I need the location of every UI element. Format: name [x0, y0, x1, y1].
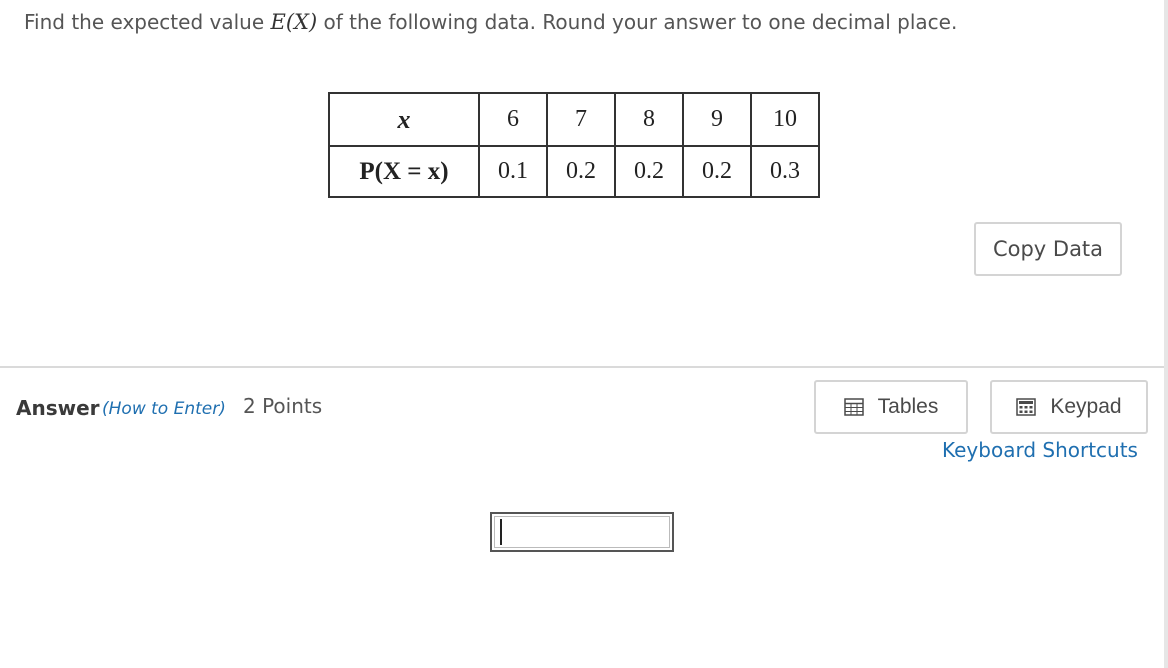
question-text: Find the expected value E(X) of the foll…: [24, 8, 957, 36]
answer-input-inner: [494, 516, 670, 548]
question-after: of the following data. Round your answer…: [317, 10, 958, 34]
table-cell: 0.2: [546, 145, 616, 198]
table-header-x: x: [328, 92, 480, 147]
copy-data-button[interactable]: Copy Data: [974, 222, 1122, 276]
keypad-icon: [1016, 398, 1037, 416]
scrollbar-edge: [1164, 0, 1168, 668]
keypad-button-label: Keypad: [1050, 395, 1122, 418]
table-cell: 9: [682, 92, 752, 147]
answer-label: Answer: [16, 396, 100, 420]
table-cell: 7: [546, 92, 616, 147]
table-cell: 0.2: [614, 145, 684, 198]
points-label: 2 Points: [243, 394, 323, 418]
keyboard-shortcuts-link[interactable]: Keyboard Shortcuts: [942, 436, 1138, 464]
table-cell: 10: [750, 92, 820, 147]
table-cell: 6: [478, 92, 548, 147]
table-row-probability: P(X = x) 0.1 0.2 0.2 0.2 0.3: [328, 145, 820, 198]
expected-value-notation: E(X): [270, 10, 318, 34]
tables-button[interactable]: Tables: [814, 380, 968, 434]
section-divider: [0, 366, 1164, 368]
table-cell: 8: [614, 92, 684, 147]
text-caret: [500, 519, 502, 545]
table-header-probability: P(X = x): [328, 145, 480, 198]
question-before: Find the expected value: [24, 10, 271, 34]
probability-table: x 6 7 8 9 10 P(X = x) 0.1 0.2 0.2 0.2 0.…: [328, 92, 820, 198]
how-to-enter-link[interactable]: (How to Enter): [102, 397, 226, 421]
answer-input[interactable]: [490, 512, 674, 552]
tables-button-label: Tables: [877, 395, 939, 418]
keypad-button[interactable]: Keypad: [990, 380, 1148, 434]
table-row-x: x 6 7 8 9 10: [328, 92, 820, 147]
table-cell: 0.2: [682, 145, 752, 198]
table-grid-icon: [843, 398, 864, 416]
table-cell: 0.1: [478, 145, 548, 198]
table-cell: 0.3: [750, 145, 820, 198]
